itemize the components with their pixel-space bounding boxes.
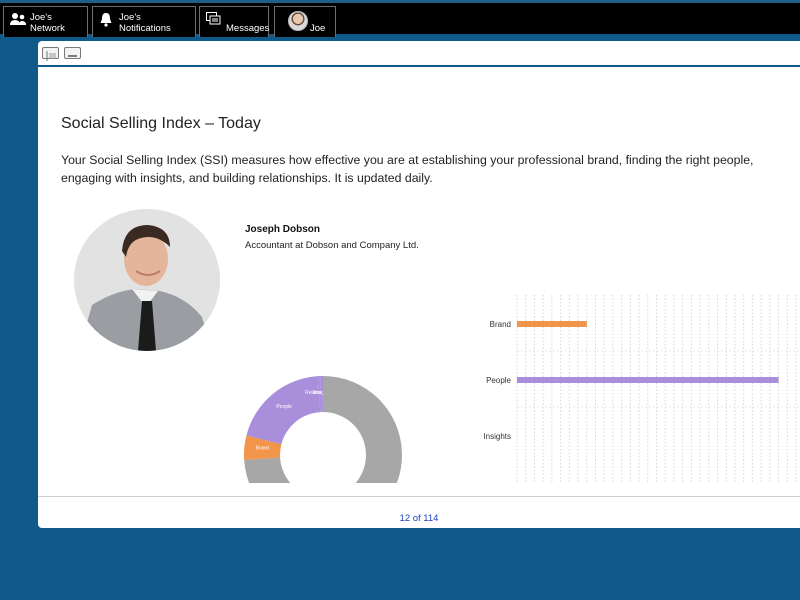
nav-notifications[interactable]: Joe's Notifications [92,6,196,37]
top-navigation-bar: Joe's Network Joe's Notifications Messag… [0,0,800,37]
profile-name: Joseph Dobson [245,224,321,235]
bar-people [517,377,779,383]
minus-icon [68,55,77,57]
donut-label-people: People [276,404,292,410]
footer-divider [38,496,800,497]
avatar [288,11,308,31]
sidebar-icon [46,51,56,61]
ssi-donut-chart: BrandPeopleRelationshipsInsightsGrowth [244,331,414,483]
messages-icon [206,12,221,29]
page-description: Your Social Selling Index (SSI) measures… [61,153,754,185]
bell-icon [99,12,113,30]
nav-profile[interactable]: Joe [274,6,336,37]
nav-messages-label: Messages [226,23,270,34]
bar-brand [517,321,587,327]
page-counter[interactable]: 12 of 114 [38,513,800,524]
donut-label-brand: Brand [256,445,270,451]
nav-messages[interactable]: Messages [199,6,269,37]
page-title: Social Selling Index – Today [61,115,261,132]
bar-label-brand: Brand [490,320,511,329]
bar-label-insights: Insights [483,432,511,441]
people-icon [10,12,26,29]
ssi-panel: Social Selling Index – Today Your Social… [38,41,800,528]
panel-toolbar [38,41,800,67]
nav-profile-label: Joe [310,23,326,34]
sidebar-toggle-button[interactable] [42,47,59,61]
profile-photo [74,209,220,351]
minimize-button[interactable] [64,47,81,59]
profile-job-title: Accountant at Dobson and Company Ltd. [245,240,419,251]
bar-label-people: People [486,376,511,385]
nav-notifications-label: Joe's Notifications [119,12,171,34]
ssi-bar-chart: Brand People Insights [434,293,800,485]
nav-network[interactable]: Joe's Network [3,6,88,37]
nav-network-label: Joe's Network [30,12,65,34]
donut-slice-people [246,376,321,445]
